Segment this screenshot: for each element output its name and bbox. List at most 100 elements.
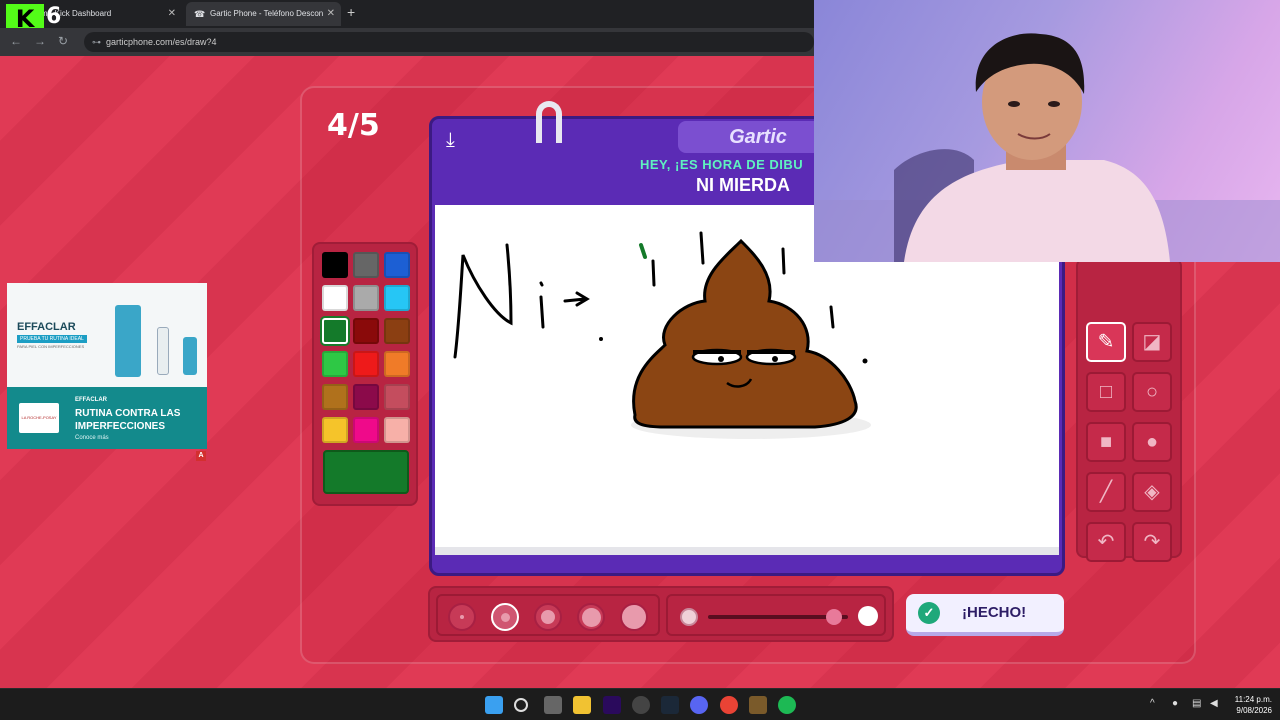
search-icon[interactable]	[514, 698, 528, 712]
ad-cta[interactable]: Conoce más	[75, 435, 109, 441]
webcam-feed	[814, 33, 1280, 262]
color-swatch[interactable]	[384, 351, 410, 377]
ad-logo: LA ROCHE-POSAY	[19, 403, 59, 433]
task-view-icon[interactable]	[544, 696, 562, 714]
webcam-overlay	[814, 0, 1280, 262]
ad-tagline: PRUEBA TU RUTINA IDEAL	[17, 335, 87, 343]
close-icon[interactable]: ✕	[327, 2, 335, 26]
rectangle-outline-tool[interactable]: □	[1086, 372, 1126, 412]
color-swatch[interactable]	[322, 417, 348, 443]
brush-size-button[interactable]	[534, 603, 562, 631]
dot	[599, 337, 603, 341]
brush-dot	[541, 610, 555, 624]
brush-dot	[460, 615, 464, 619]
brush-dot	[500, 612, 510, 622]
color-swatch[interactable]	[353, 252, 379, 278]
brush-size-button[interactable]	[448, 603, 476, 631]
color-swatch[interactable]	[353, 417, 379, 443]
handwritten-arrow	[563, 291, 590, 307]
color-swatch[interactable]	[353, 384, 379, 410]
color-swatch[interactable]	[384, 318, 410, 344]
opacity-min-icon	[680, 608, 698, 626]
color-swatch[interactable]	[353, 318, 379, 344]
brush-size-group	[436, 594, 660, 636]
stink-line	[781, 247, 786, 275]
color-swatch[interactable]	[353, 285, 379, 311]
stink-line	[651, 259, 656, 287]
ellipse-outline-tool[interactable]: ○	[1132, 372, 1172, 412]
windows-start-icon[interactable]	[485, 696, 503, 714]
i-dot	[539, 281, 544, 287]
brush-size-button[interactable]	[491, 603, 519, 631]
reload-icon[interactable]: ↻	[58, 34, 68, 48]
ad-brand: EFFACLAR	[17, 321, 76, 333]
color-swatch[interactable]	[322, 252, 348, 278]
eraser-tool[interactable]: ◪	[1132, 322, 1172, 362]
color-swatch[interactable]	[322, 384, 348, 410]
download-icon[interactable]: ⤓	[446, 129, 455, 152]
opacity-max-icon	[858, 606, 878, 626]
color-palette	[312, 242, 418, 506]
redo-tool[interactable]: ↷	[1132, 522, 1172, 562]
ad-fineprint: PARA PIEL CON IMPERFECCIONES	[17, 344, 85, 349]
undo-tool[interactable]: ↶	[1086, 522, 1126, 562]
color-swatch[interactable]	[384, 417, 410, 443]
chrome-icon[interactable]	[720, 696, 738, 714]
product-tube	[157, 327, 169, 375]
url-field[interactable]: ⊶ garticphone.com/es/draw?4	[84, 32, 814, 52]
brush-size-button[interactable]	[620, 603, 648, 631]
current-color-preview	[323, 450, 409, 494]
tab-title: Gartic Phone - Teléfono Descon	[210, 9, 324, 18]
color-swatch[interactable]	[322, 318, 348, 344]
color-swatch[interactable]	[384, 252, 410, 278]
brush-dot	[622, 605, 646, 629]
premiere-icon[interactable]	[603, 696, 621, 714]
discord-icon[interactable]	[690, 696, 708, 714]
ad-banner: LA ROCHE-POSAY EFFACLAR RUTINA CONTRA LA…	[7, 387, 207, 449]
obs-icon[interactable]	[632, 696, 650, 714]
back-icon[interactable]: ←	[10, 34, 22, 48]
product-bottle	[115, 305, 141, 377]
color-swatch[interactable]	[322, 285, 348, 311]
ad-badge[interactable]: A	[196, 451, 206, 461]
fill-bucket-tool[interactable]: ◈	[1132, 472, 1172, 512]
pen-tool[interactable]: ✎	[1086, 322, 1126, 362]
system-clock[interactable]: 11:24 p.m. 9/08/2026	[1228, 694, 1272, 716]
brush-size-button[interactable]	[577, 603, 605, 631]
word-to-draw: NI MIERDA	[696, 175, 790, 195]
kick-overlay-number: 6	[46, 4, 62, 29]
volume-icon[interactable]: ◀	[1210, 698, 1218, 709]
ad-product-area: EFFACLAR PRUEBA TU RUTINA IDEAL PARA PIE…	[7, 283, 207, 387]
ellipse-fill-tool[interactable]: ●	[1132, 422, 1172, 462]
forward-icon[interactable]: →	[34, 34, 46, 48]
close-icon[interactable]: ✕	[168, 2, 176, 26]
check-icon: ✓	[918, 602, 940, 624]
pupil	[718, 356, 724, 362]
done-button[interactable]: ✓ ¡HECHO!	[906, 594, 1064, 636]
tab-gartic-phone[interactable]: ☎ Gartic Phone - Teléfono Descon ✕	[186, 2, 341, 26]
color-swatch[interactable]	[384, 384, 410, 410]
line-tool[interactable]: ╱	[1086, 472, 1126, 512]
network-icon[interactable]: ▤	[1192, 698, 1201, 709]
phone-icon: ☎	[194, 9, 206, 19]
steam-icon[interactable]	[661, 696, 679, 714]
done-label: ¡HECHO!	[962, 604, 1027, 621]
microphone-icon[interactable]: ●	[1172, 698, 1178, 709]
new-tab-button[interactable]: +	[347, 4, 355, 20]
color-swatch[interactable]	[322, 351, 348, 377]
rectangle-fill-tool[interactable]: ■	[1086, 422, 1126, 462]
stink-line	[829, 305, 835, 329]
tool-panel: ✎ ◪ □ ○ ■ ● ╱ ◈ ↶ ↷	[1076, 258, 1182, 562]
clock-date: 9/08/2026	[1236, 706, 1272, 715]
opacity-slider-knob[interactable]	[826, 609, 842, 625]
tray-chevron-icon[interactable]: ^	[1150, 698, 1155, 709]
spotify-icon[interactable]	[778, 696, 796, 714]
app-icon[interactable]	[749, 696, 767, 714]
advertisement[interactable]: EFFACLAR PRUEBA TU RUTINA IDEAL PARA PIE…	[7, 283, 207, 449]
site-info-icon[interactable]: ⊶	[92, 32, 101, 52]
product-serum	[183, 337, 197, 375]
color-swatch[interactable]	[353, 351, 379, 377]
poop-drawing	[632, 238, 858, 429]
color-swatch[interactable]	[384, 285, 410, 311]
file-explorer-icon[interactable]	[573, 696, 591, 714]
